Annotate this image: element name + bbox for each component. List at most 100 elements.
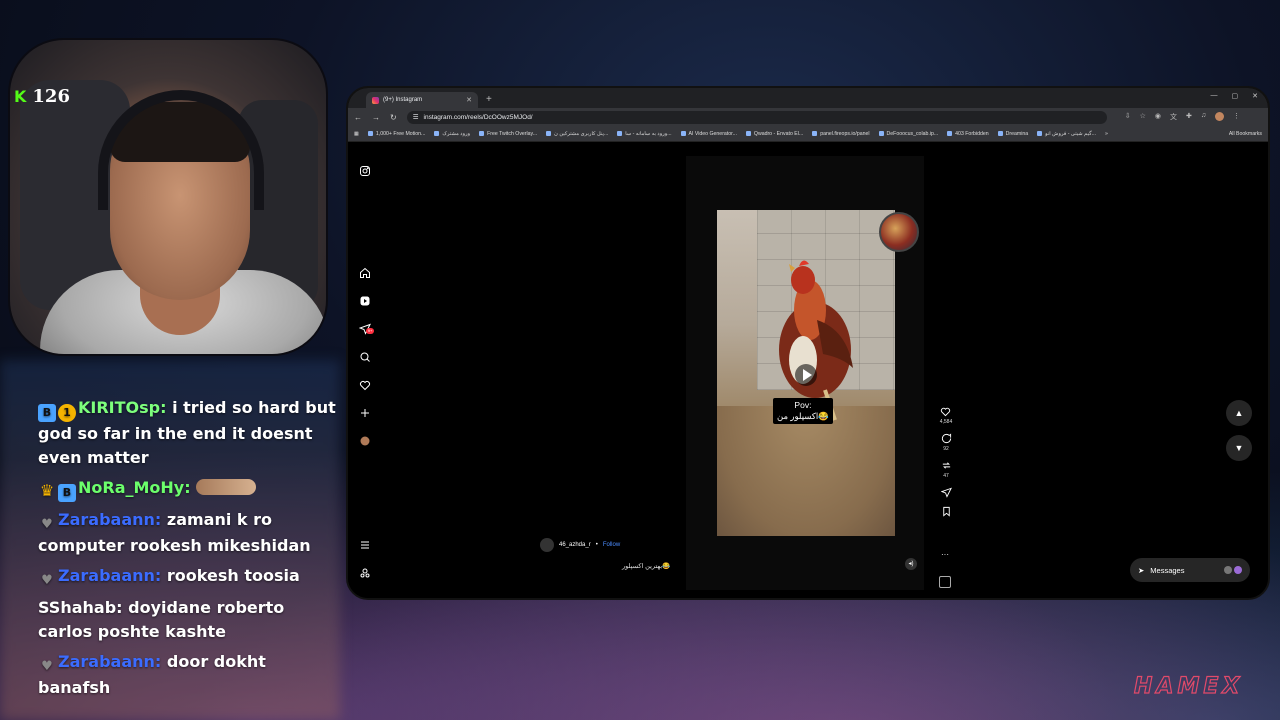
bookmark-item[interactable]: AI Video Generator...	[681, 131, 737, 137]
bookmark-item[interactable]: گیم شیتی - فروش انو...	[1037, 131, 1096, 137]
chat-username: KIRITOsp:	[78, 398, 167, 417]
chat-username: Zarabaann:	[58, 566, 162, 585]
comment-icon	[941, 433, 951, 444]
bookmark-item[interactable]: پنل کاربری مشترکین ن...	[546, 131, 608, 137]
author-avatar[interactable]	[540, 538, 554, 552]
follow-button[interactable]: Follow	[603, 542, 620, 548]
media-icon[interactable]: ♫	[1201, 112, 1206, 122]
chat-username: Zarabaann:	[58, 652, 162, 671]
all-bookmarks[interactable]: All Bookmarks	[1229, 131, 1262, 137]
audio-thumbnail-icon[interactable]	[939, 576, 951, 588]
close-tab-icon[interactable]: ✕	[466, 96, 472, 104]
reel-video[interactable]: Pov: اکسپلور من😂	[717, 210, 895, 536]
maximize-icon[interactable]: ▢	[1232, 92, 1239, 100]
close-window-icon[interactable]: ✕	[1252, 92, 1258, 100]
bookmark-item[interactable]: Dreamina	[998, 131, 1029, 137]
author-username[interactable]: 46_azhda_r	[559, 542, 591, 548]
home-icon[interactable]	[358, 266, 372, 280]
minimize-icon[interactable]: —	[1211, 92, 1218, 100]
message-avatars	[1224, 566, 1242, 574]
menu-icon[interactable]	[358, 538, 372, 552]
chat-message: ♛ B NoRa_MoHy:	[38, 476, 338, 502]
save-action[interactable]	[941, 506, 952, 517]
bookmark-icon	[942, 506, 950, 517]
bookmark-item[interactable]: Free Twitch Overlay...	[479, 131, 537, 137]
bookmark-item[interactable]: 1,000+ Free Motion...	[368, 131, 425, 137]
forward-icon[interactable]: →	[372, 113, 380, 122]
install-icon[interactable]: ⇩	[1125, 112, 1131, 122]
profile-avatar[interactable]	[1215, 112, 1225, 121]
menu-kebab-icon[interactable]: ⋮	[1233, 112, 1240, 122]
heart-badge-icon: ♥	[41, 517, 53, 532]
like-count: 4,584	[939, 419, 953, 425]
share-icon	[940, 487, 952, 498]
next-reel-button[interactable]: ▼	[1226, 435, 1252, 461]
address-bar[interactable]: ☰ instagram.com/reels/DcOOwz5MJOd/	[406, 110, 1107, 124]
kick-icon: K	[14, 87, 27, 106]
bookmarks-overflow-icon[interactable]: »	[1105, 131, 1108, 137]
mute-icon[interactable]: ◂)	[905, 558, 917, 570]
instagram-favicon-icon	[372, 96, 379, 104]
chat-message: ♥ Zarabaann: zamani k ro computer rookesh…	[38, 508, 338, 558]
search-icon[interactable]	[358, 350, 372, 364]
browser-window: (9+) Instagram ✕ + — ▢ ✕ ← → ↻ ☰ instagr…	[346, 86, 1270, 600]
toolbar: ← → ↻ ☰ instagram.com/reels/DcOOwz5MJOd/…	[348, 108, 1268, 126]
chat-message: B 1 KIRITOsp: i tried so hard but god so f…	[38, 396, 338, 470]
like-action[interactable]: 4,584	[939, 406, 953, 425]
extension-icon[interactable]: ◉	[1155, 112, 1161, 122]
create-icon[interactable]	[358, 406, 372, 420]
heart-badge-icon: ♥	[41, 659, 53, 674]
previous-reel-button[interactable]: ▲	[1226, 400, 1252, 426]
toolbar-icons: ⇩ ☆ ◉ 文 ✚ ♫ ⋮	[1125, 112, 1240, 122]
reel-description: بهترین اکسپلور😂	[622, 563, 671, 570]
chat-message: ♥ Zarabaann: door dokht banafsh	[38, 650, 338, 700]
reload-icon[interactable]: ↻	[390, 113, 397, 122]
apps-icon[interactable]: ▦	[354, 131, 359, 137]
repost-action[interactable]: 47	[941, 460, 952, 479]
messages-label: Messages	[1150, 565, 1185, 575]
new-tab-button[interactable]: +	[486, 92, 492, 108]
chat-username: NoRa_MoHy:	[78, 478, 191, 497]
hamex-logo: HAMEX	[1133, 673, 1244, 699]
puzzle-icon[interactable]: ✚	[1186, 112, 1192, 122]
chat-text: rookesh toosia	[166, 566, 300, 585]
instagram-logo-icon[interactable]	[358, 164, 372, 178]
profile-avatar-icon[interactable]	[358, 434, 372, 448]
chat-message: ♥ Zarabaann: rookesh toosia	[38, 564, 338, 590]
heart-icon[interactable]	[358, 378, 372, 392]
reel-author: 46_azhda_r • Follow	[540, 538, 620, 552]
video-caption: Pov: اکسپلور من😂	[773, 398, 833, 424]
site-info-icon[interactable]: ☰	[413, 113, 419, 121]
crown-badge-icon: ♛	[39, 481, 55, 500]
reels-icon[interactable]	[358, 294, 372, 308]
creator-avatar-sticker	[879, 212, 919, 252]
chat-overlay: B 1 KIRITOsp: i tried so hard but god so f…	[38, 396, 338, 706]
chat-message: SShahab: doyidane roberto carlos poshte …	[38, 596, 338, 644]
url-text: instagram.com/reels/DcOOwz5MJOd/	[423, 113, 533, 121]
bookmark-item[interactable]: 403 Forbidden	[947, 131, 988, 137]
direct-icon: ➤	[1138, 565, 1145, 575]
repost-icon	[942, 462, 950, 469]
back-icon[interactable]: ←	[354, 113, 362, 122]
reel-actions: 4,584 92 47	[938, 406, 954, 517]
reel-player[interactable]: Pov: اکسپلور من😂	[686, 156, 924, 590]
messages-button[interactable]: ➤ Messages	[1130, 558, 1250, 582]
share-action[interactable]	[940, 487, 952, 498]
meta-threads-icon[interactable]	[358, 566, 372, 580]
subscriber-badge-icon: 1	[58, 404, 76, 422]
repost-count: 47	[943, 473, 949, 479]
tab-instagram[interactable]: (9+) Instagram ✕	[366, 92, 478, 108]
caption-line: اکسپلور من😂	[777, 411, 829, 421]
bookmark-star-icon[interactable]: ☆	[1140, 112, 1146, 122]
more-options-icon[interactable]: ···	[941, 550, 949, 559]
bookmark-item[interactable]: ورود مشترک	[434, 131, 470, 137]
comment-action[interactable]: 92	[941, 433, 952, 452]
bookmark-item[interactable]: ورود به سامانه - سا...	[617, 131, 671, 137]
bookmark-item[interactable]: DeFooocus_colab.ip...	[879, 131, 939, 137]
translate-icon[interactable]: 文	[1170, 112, 1177, 122]
bookmark-item[interactable]: panel.fireops.io/panel	[812, 131, 869, 137]
viewer-count: K 126	[14, 86, 70, 107]
play-button[interactable]	[795, 364, 817, 386]
bookmark-item[interactable]: Qwadro - Envato El...	[746, 131, 803, 137]
direct-icon[interactable]: 9+	[358, 322, 374, 336]
